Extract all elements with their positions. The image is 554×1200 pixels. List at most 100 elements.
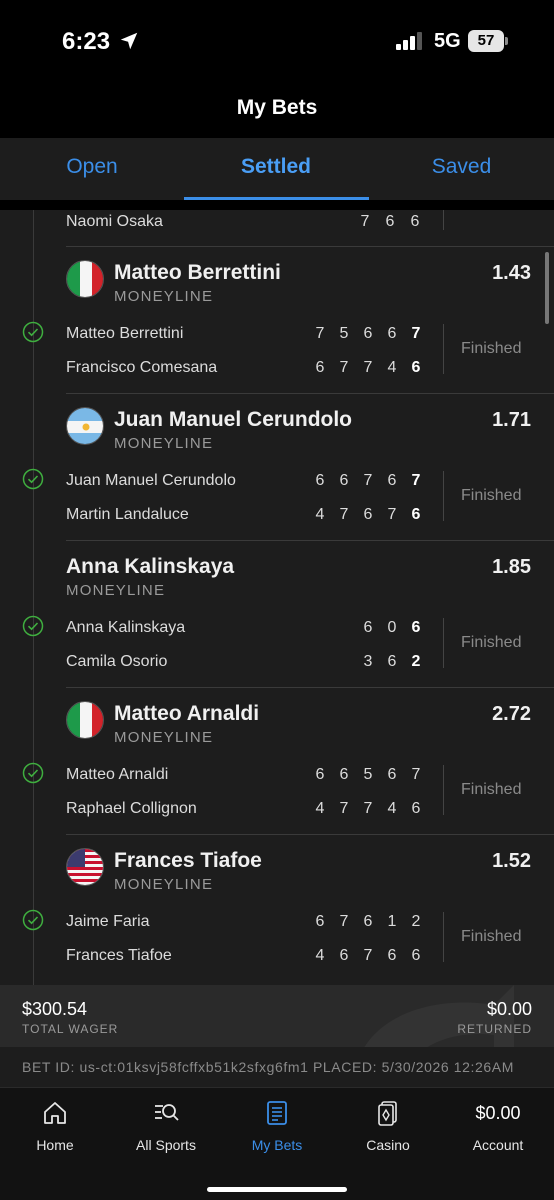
set-score: 0	[387, 619, 397, 636]
set-score: 4	[315, 506, 325, 523]
set-score: 6	[385, 213, 395, 230]
set-score: 6	[339, 766, 349, 783]
set-score: 6	[411, 947, 421, 964]
scrollbar[interactable]	[545, 252, 549, 324]
nav-label: Casino	[366, 1137, 410, 1153]
nav-home[interactable]: Home	[0, 1088, 110, 1168]
set-score: 6	[411, 506, 421, 523]
bet-card[interactable]: Anna Kalinskaya MONEYLINE 1.85 Anna Kali…	[0, 541, 554, 688]
set-score: 7	[411, 766, 421, 783]
player-name: Camila Osorio	[66, 653, 168, 670]
nav-all-sports[interactable]: All Sports	[111, 1088, 221, 1168]
battery-icon: 57	[468, 30, 508, 52]
set-score: 6	[387, 325, 397, 342]
bet-odds: 1.43	[492, 262, 531, 284]
set-score: 6	[387, 947, 397, 964]
set-score: 7	[360, 213, 370, 230]
set-score: 6	[411, 359, 421, 376]
bet-list[interactable]: Naomi Osaka 7 6 6 Matteo Berrettini MONE…	[0, 210, 554, 985]
set-score: 6	[339, 472, 349, 489]
bet-tabs: Open Settled Saved	[0, 138, 554, 200]
set-score: 6	[315, 472, 325, 489]
player-name: Naomi Osaka	[66, 213, 163, 230]
bet-selection: Juan Manuel Cerundolo	[114, 408, 353, 431]
set-score: 6	[411, 619, 421, 636]
match-status: Finished	[461, 340, 522, 357]
nav-casino[interactable]: Casino	[333, 1088, 443, 1168]
battery-level: 57	[468, 30, 504, 52]
set-score: 6	[363, 325, 373, 342]
bet-id-text: BET ID: us-ct:01ksvj58fcffxb51k2sfxg6fm1…	[22, 1059, 514, 1075]
set-score: 7	[339, 913, 349, 930]
player-name: Juan Manuel Cerundolo	[66, 472, 236, 489]
set-score: 6	[363, 506, 373, 523]
set-score: 3	[363, 653, 373, 670]
bet-card[interactable]: Matteo Arnaldi MONEYLINE 2.72 Matteo Arn…	[0, 688, 554, 835]
nav-label: My Bets	[251, 1137, 303, 1153]
set-score: 6	[411, 800, 421, 817]
usa-flag-icon	[66, 848, 104, 886]
bet-selection: Matteo Berrettini	[114, 261, 281, 284]
bet-odds: 1.85	[492, 556, 531, 578]
bet-id-bar: BET ID: us-ct:01ksvj58fcffxb51k2sfxg6fm1…	[0, 1047, 554, 1087]
set-score: 7	[363, 800, 373, 817]
nav-account[interactable]: $0.00 Account	[443, 1088, 553, 1168]
set-score: 4	[387, 800, 397, 817]
match-status: Finished	[461, 781, 522, 798]
set-score: 7	[339, 506, 349, 523]
settled-check-icon	[22, 321, 44, 343]
settled-check-icon	[22, 468, 44, 490]
cards-icon	[378, 1101, 397, 1126]
set-score: 7	[363, 472, 373, 489]
set-score: 6	[387, 766, 397, 783]
tab-open[interactable]: Open	[0, 138, 184, 200]
nav-label: All Sports	[136, 1137, 196, 1153]
set-score: 4	[315, 800, 325, 817]
set-score: 4	[315, 947, 325, 964]
player-name: Martin Landaluce	[66, 506, 189, 523]
player-name: Frances Tiafoe	[66, 947, 172, 964]
list-item: Naomi Osaka 7 6 6	[66, 210, 554, 247]
set-score: 7	[363, 359, 373, 376]
bet-odds: 2.72	[492, 703, 531, 725]
set-score: 2	[411, 913, 421, 930]
set-score: 6	[363, 913, 373, 930]
player-name: Francisco Comesana	[66, 359, 218, 376]
bet-market: MONEYLINE	[114, 876, 214, 893]
total-wager-amount: $300.54	[22, 999, 88, 1019]
settled-check-icon	[22, 762, 44, 784]
tab-saved[interactable]: Saved	[369, 138, 554, 200]
returned-amount: $0.00	[486, 999, 532, 1019]
bottom-nav: Home All Sports My Bets Casino $0.00 Acc…	[0, 1087, 554, 1200]
match-status: Finished	[461, 928, 522, 945]
bet-card[interactable]: Frances Tiafoe MONEYLINE 1.52 Jaime Fari…	[0, 835, 554, 982]
set-score: 6	[315, 359, 325, 376]
set-score: 7	[411, 325, 421, 342]
bet-selection: Frances Tiafoe	[114, 849, 262, 872]
bet-summary: $300.54 TOTAL WAGER $0.00 RETURNED	[0, 985, 554, 1047]
argentina-flag-icon	[66, 407, 104, 445]
bet-slip-icon	[267, 1101, 287, 1125]
bet-card[interactable]: Juan Manuel Cerundolo MONEYLINE 1.71 Jua…	[0, 394, 554, 541]
page-title: My Bets	[236, 96, 318, 119]
italy-flag-icon	[66, 701, 104, 739]
bet-card[interactable]: Matteo Berrettini MONEYLINE 1.43 Matteo …	[0, 247, 554, 394]
player-name: Matteo Arnaldi	[66, 766, 169, 783]
bet-selection: Matteo Arnaldi	[114, 702, 260, 725]
nav-label: Home	[36, 1137, 74, 1153]
cellular-signal-icon	[396, 32, 422, 50]
nav-my-bets[interactable]: My Bets	[222, 1088, 332, 1168]
settled-check-icon	[22, 615, 44, 637]
bet-market: MONEYLINE	[114, 288, 214, 305]
set-score: 7	[339, 359, 349, 376]
bet-odds: 1.71	[492, 409, 531, 431]
tab-settled[interactable]: Settled	[184, 138, 368, 200]
set-score: 7	[315, 325, 325, 342]
set-score: 5	[363, 766, 373, 783]
active-tab-indicator	[184, 197, 369, 200]
nav-label: Account	[472, 1137, 524, 1153]
set-score: 1	[387, 913, 397, 930]
set-score: 7	[411, 472, 421, 489]
returned-label: RETURNED	[457, 1022, 532, 1036]
location-arrow-icon	[120, 32, 138, 50]
